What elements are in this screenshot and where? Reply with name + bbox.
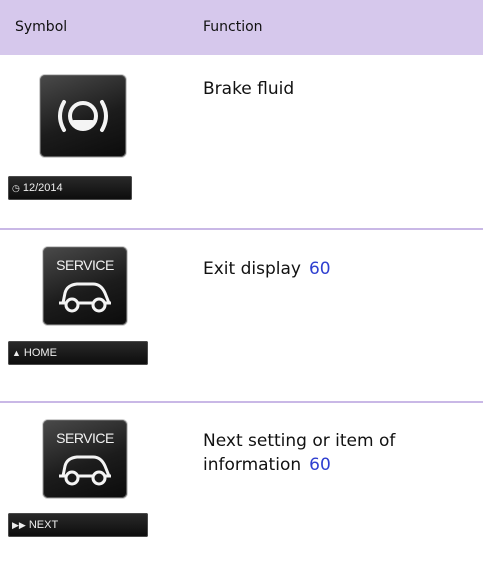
function-brake-fluid: Brake fluid (203, 77, 294, 101)
brake-fluid-warning-icon (40, 75, 126, 157)
home-display-strip: ▲ HOME (8, 341, 148, 365)
function-label: Exit display (203, 259, 301, 279)
row-divider (0, 401, 483, 403)
date-display-text: 12/2014 (22, 182, 63, 194)
function-label: Brake fluid (203, 79, 295, 99)
page-reference-link[interactable]: 60 (309, 259, 331, 279)
table-header: Symbol Function (0, 0, 483, 55)
function-exit-display: Exit display 60 (203, 257, 331, 281)
clock-icon: ◷ (12, 183, 20, 193)
function-label-line2-wrap: information 60 (203, 453, 395, 477)
function-next-setting: Next setting or item of information 60 (203, 429, 395, 477)
service-car-icon: SERVICE (43, 420, 127, 498)
arrow-up-icon: ▲ (12, 348, 21, 358)
date-display-strip: ◷ 12/2014 (8, 176, 132, 200)
next-display-text: NEXT (28, 519, 59, 531)
next-display-strip: ▶▶ NEXT (8, 513, 148, 537)
column-header-symbol: Symbol (15, 19, 68, 35)
fast-forward-icon: ▶▶ (12, 520, 26, 530)
row-divider (0, 228, 483, 230)
page-reference-link[interactable]: 60 (309, 455, 331, 475)
service-car-icon: SERVICE (43, 247, 127, 325)
home-display-text: HOME (23, 347, 57, 359)
function-label-line1: Next setting or item of (203, 431, 396, 451)
function-label-line2: information (203, 455, 302, 475)
column-header-function: Function (203, 19, 263, 35)
